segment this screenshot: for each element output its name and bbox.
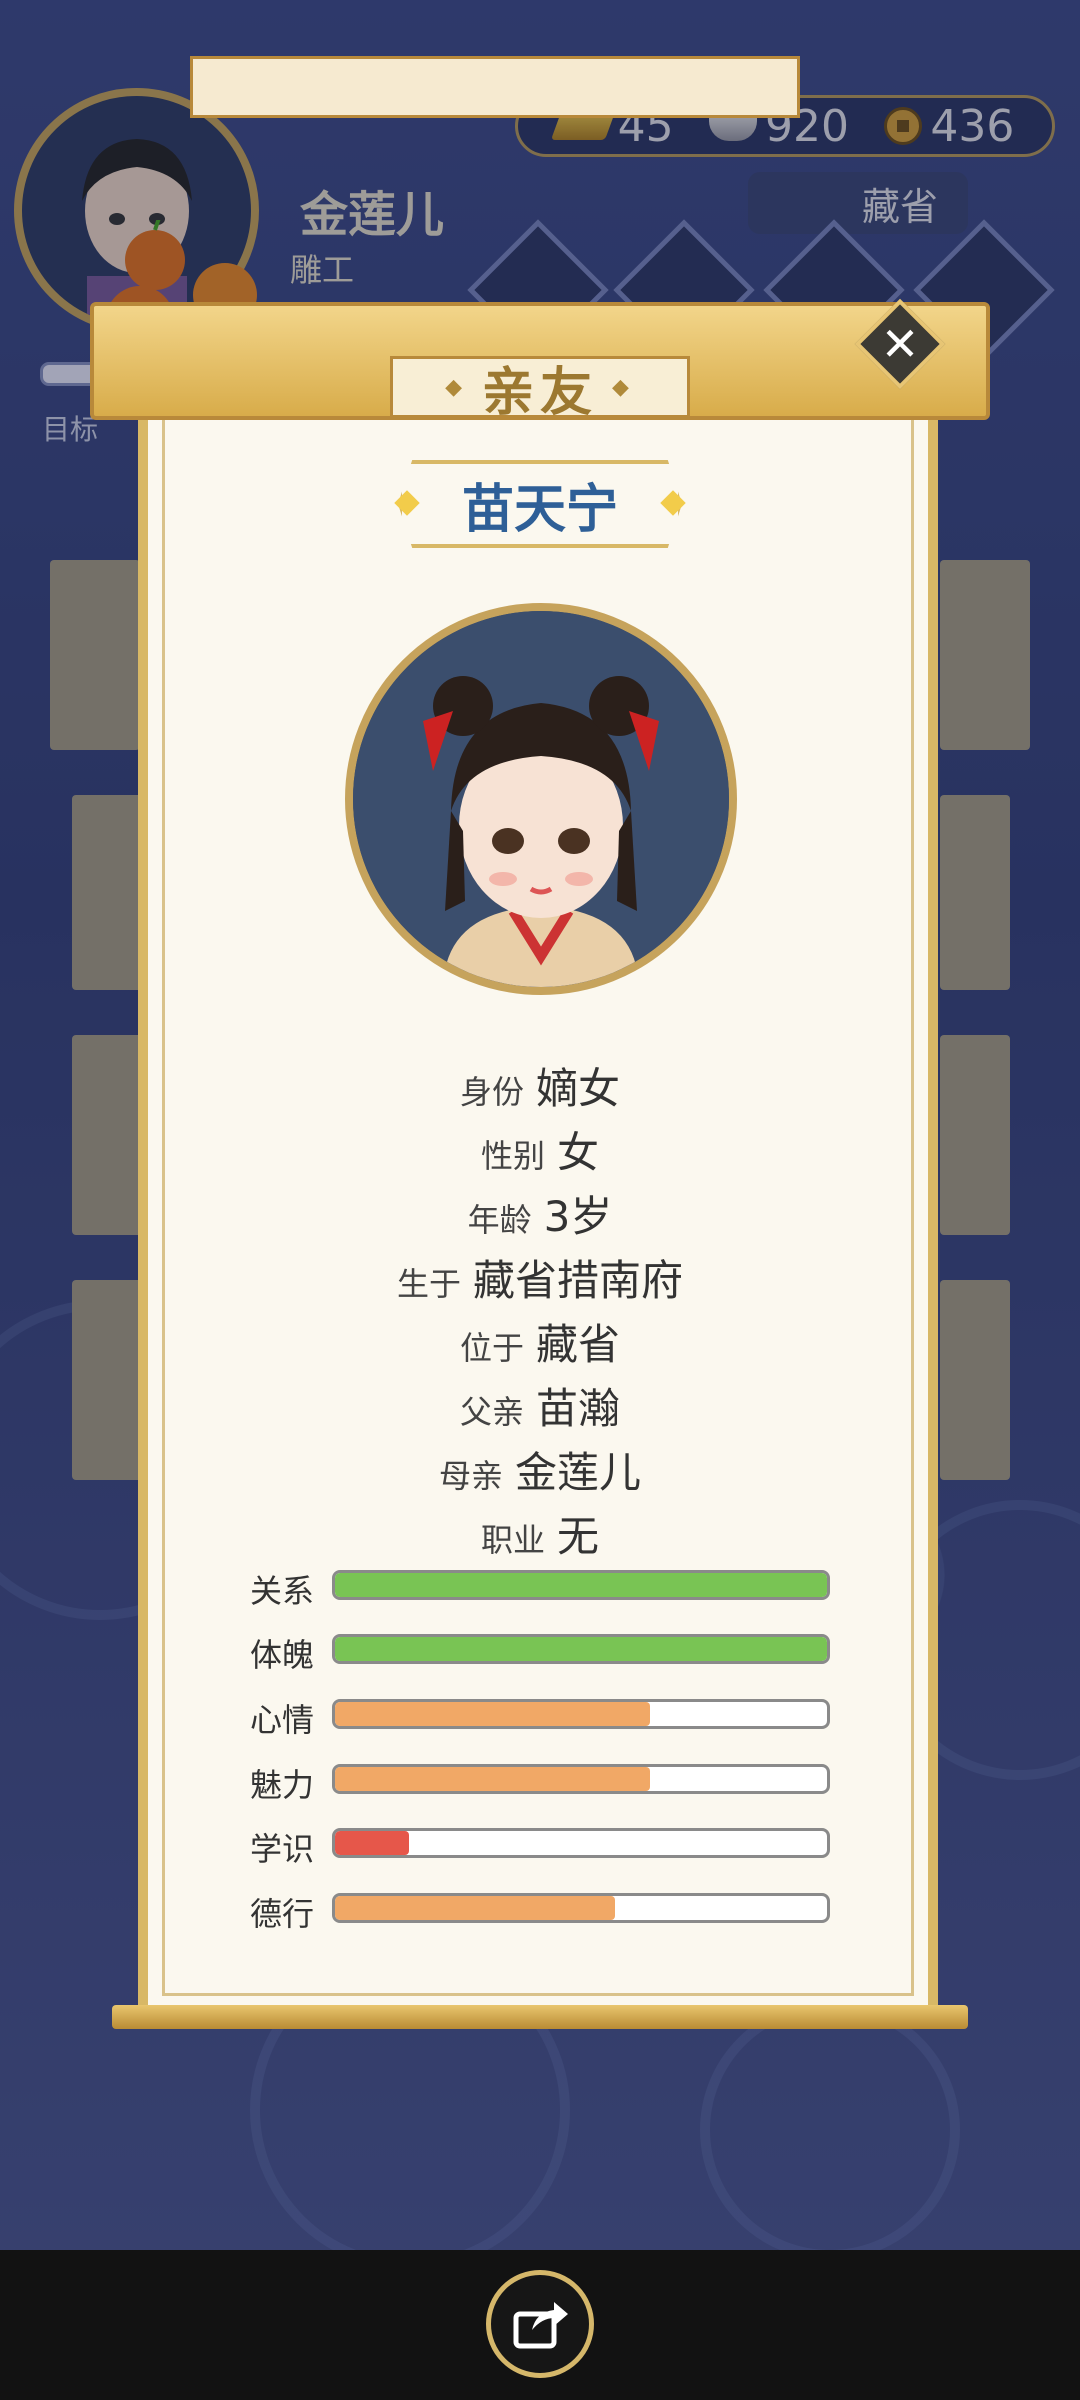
info-label: 身份	[459, 1073, 524, 1111]
close-icon[interactable]: ✕	[868, 312, 932, 376]
stat-bar-charm	[332, 1764, 830, 1794]
info-value: 嫡女	[536, 1064, 621, 1113]
share-button[interactable]	[486, 2270, 594, 2378]
stat-fill	[335, 1831, 409, 1855]
stat-bar-mood	[332, 1699, 830, 1729]
info-row-location: 位于 藏省	[140, 1311, 940, 1372]
info-value: 藏省	[536, 1320, 621, 1369]
info-label: 职业	[480, 1521, 545, 1559]
stat-label-knowledge: 学识	[250, 1830, 315, 1868]
stat-bar-knowledge	[332, 1828, 830, 1858]
info-label: 年龄	[467, 1201, 532, 1239]
stat-bar-relationship	[332, 1570, 830, 1600]
stat-label-mood: 心情	[250, 1701, 315, 1739]
person-name: 苗天宁	[398, 460, 682, 548]
info-row-occupation: 职业无	[140, 1503, 940, 1564]
modal-title: ◆ 亲友 ◆	[390, 356, 690, 423]
stat-label-charm: 魅力	[250, 1766, 315, 1804]
info-row-gender: 性别女	[140, 1119, 940, 1180]
person-portrait	[345, 603, 737, 995]
stat-fill	[335, 1637, 827, 1661]
info-value: 藏省措南府	[473, 1256, 684, 1305]
info-value: 女	[557, 1128, 600, 1177]
stat-fill	[335, 1767, 650, 1791]
info-label: 性别	[480, 1137, 545, 1175]
stat-bar-virtue	[332, 1893, 830, 1923]
stat-fill	[335, 1702, 650, 1726]
modal-bottom-frame	[112, 2005, 968, 2029]
stat-bar-physique	[332, 1634, 830, 1664]
stat-label-relationship: 关系	[250, 1572, 315, 1610]
stat-label-physique: 体魄	[250, 1636, 315, 1674]
info-row-mother: 母亲 金莲儿	[140, 1439, 940, 1500]
info-row-identity: 身份 嫡女	[140, 1055, 940, 1116]
info-value: 无	[557, 1512, 600, 1561]
info-label: 生于	[396, 1265, 461, 1303]
modal-header-inner	[190, 56, 800, 118]
info-label: 父亲	[459, 1393, 524, 1431]
stat-label-virtue: 德行	[250, 1895, 315, 1933]
info-label: 位于	[459, 1329, 524, 1367]
info-row-age: 年龄 3岁	[140, 1183, 940, 1244]
info-value: 苗瀚	[536, 1384, 621, 1433]
share-icon	[513, 2302, 568, 2349]
stat-fill	[335, 1573, 827, 1597]
info-label: 母亲	[438, 1457, 503, 1495]
info-row-father: 父亲 苗瀚	[140, 1375, 940, 1436]
info-value: 3岁	[543, 1192, 613, 1241]
info-value: 金莲儿	[515, 1448, 642, 1497]
stat-fill	[335, 1896, 616, 1920]
info-row-birthplace: 生于 藏省措南府	[140, 1247, 940, 1308]
modal-title-text: 亲友	[481, 362, 598, 423]
